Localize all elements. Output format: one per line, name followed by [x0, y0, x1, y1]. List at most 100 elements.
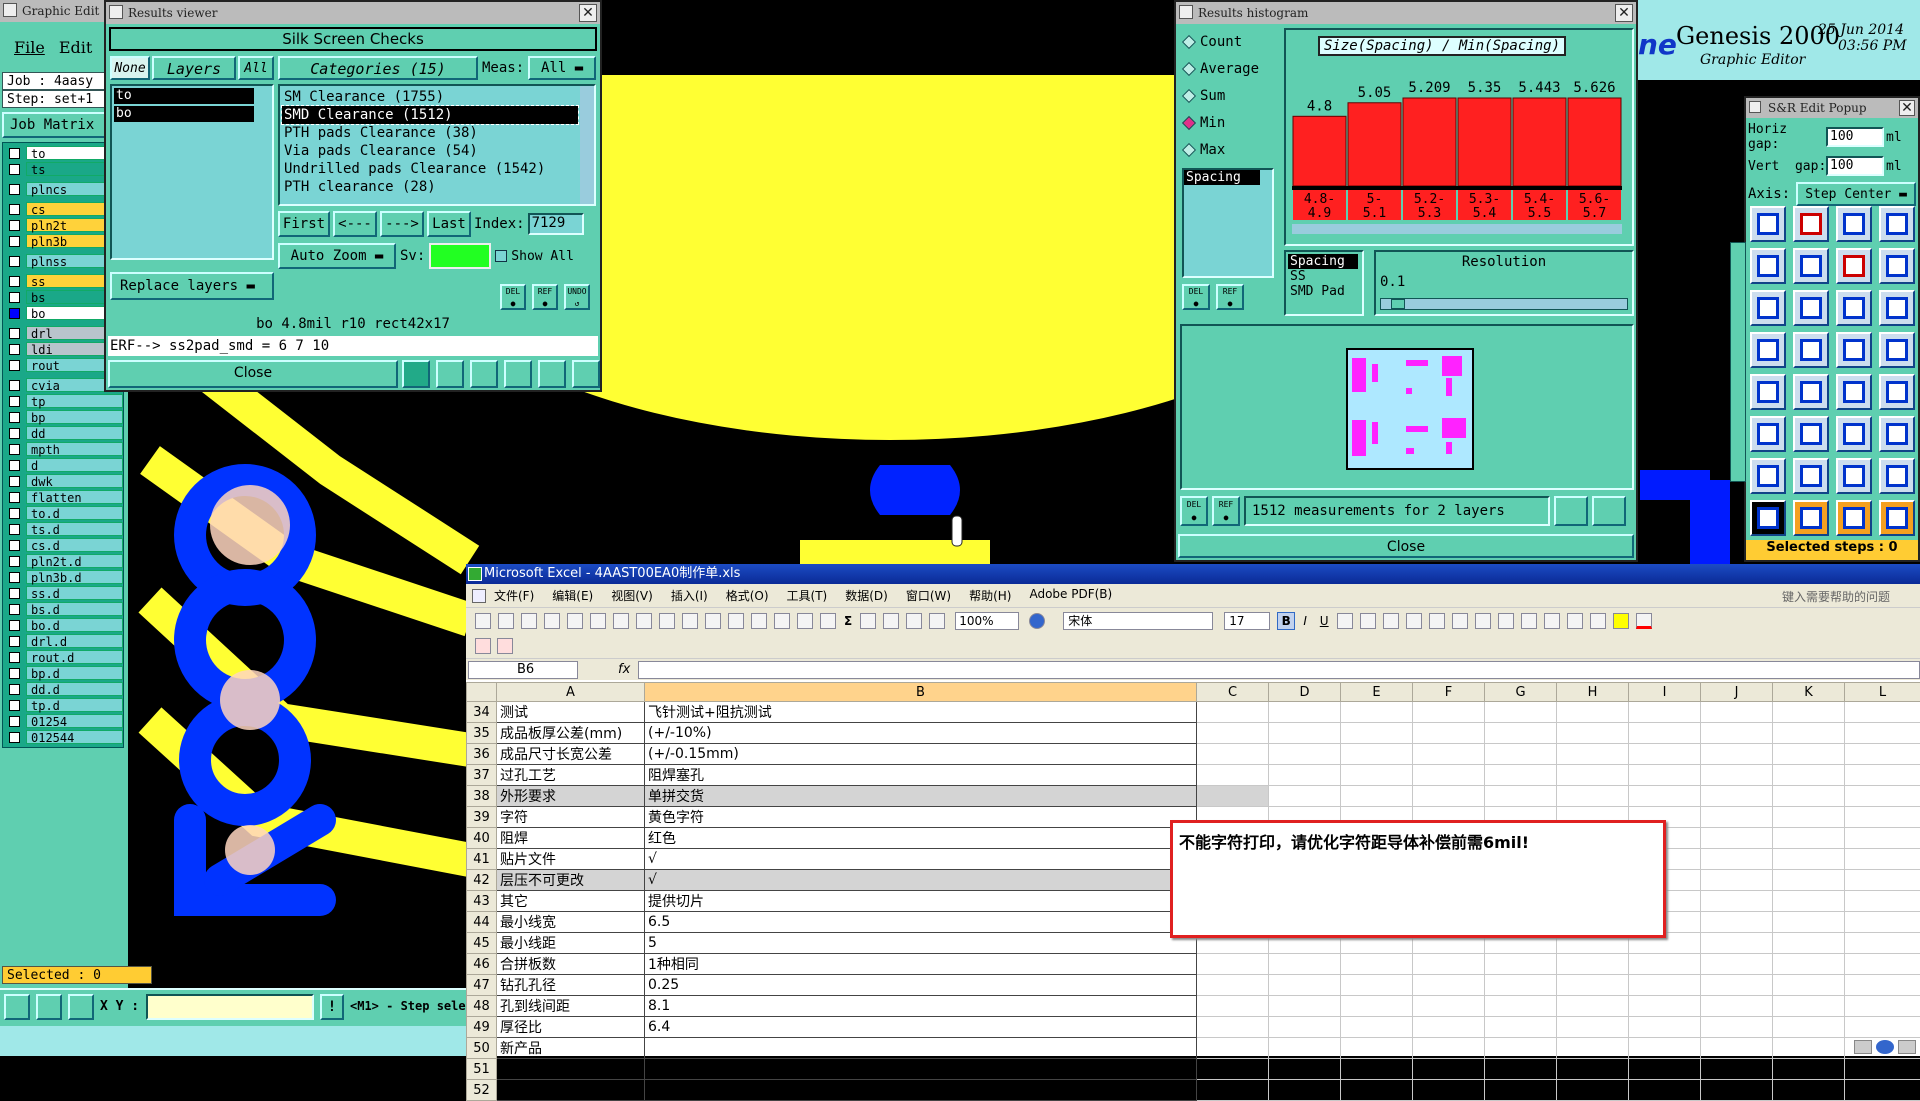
fx-icon[interactable]: fx [618, 662, 630, 677]
cell[interactable] [1413, 786, 1485, 807]
column-header[interactable]: G [1485, 683, 1557, 702]
cell[interactable] [1557, 744, 1629, 765]
layer-row[interactable]: rout.d [3, 649, 123, 665]
prev-button[interactable]: <--- [333, 211, 377, 237]
layer-checkbox[interactable] [9, 652, 20, 663]
cell[interactable] [1557, 1059, 1629, 1080]
column-header[interactable]: D [1269, 683, 1341, 702]
layer-row[interactable]: 01254 [3, 713, 123, 729]
layer-checkbox[interactable] [9, 428, 20, 439]
layer-row[interactable]: pln3b.d [3, 569, 123, 585]
column-header[interactable]: H [1557, 683, 1629, 702]
autosum-icon[interactable]: Σ [844, 614, 852, 628]
layer-checkbox[interactable] [9, 184, 20, 195]
excel-menu-item[interactable]: 窗口(W) [906, 587, 951, 604]
zoom-layers-icon[interactable] [402, 360, 430, 388]
distribute-icon[interactable] [1836, 332, 1872, 368]
cell[interactable] [1701, 975, 1773, 996]
cell[interactable] [1629, 786, 1701, 807]
new-icon[interactable] [475, 613, 491, 629]
cell[interactable] [1845, 807, 1920, 828]
cell[interactable] [1485, 765, 1557, 786]
cell-b[interactable]: 227 [645, 1080, 1197, 1101]
category-item[interactable]: SMD Clearance (1512) [282, 106, 578, 124]
layer-checkbox[interactable] [9, 412, 20, 423]
cell[interactable] [1701, 1038, 1773, 1059]
cell[interactable] [1413, 1059, 1485, 1080]
row-header[interactable]: 35 [467, 723, 497, 744]
cell-a[interactable]: 孔到线间距 [497, 996, 645, 1017]
select-tool-icon[interactable] [4, 994, 30, 1020]
copy-icon[interactable] [705, 613, 721, 629]
sv-color-dropdown[interactable] [429, 243, 491, 269]
cell-b[interactable]: √ [645, 849, 1197, 870]
cell[interactable] [1413, 765, 1485, 786]
cell[interactable] [1341, 975, 1413, 996]
cell[interactable] [1701, 870, 1773, 891]
cell[interactable] [1413, 1017, 1485, 1038]
cell[interactable] [1269, 1038, 1341, 1059]
category-item[interactable]: SM Clearance (1755) [282, 88, 578, 106]
underline-button[interactable]: U [1315, 614, 1333, 628]
cell[interactable] [1773, 891, 1845, 912]
cell[interactable] [1773, 954, 1845, 975]
italic-button[interactable]: I [1296, 614, 1314, 628]
layer-checkbox[interactable] [9, 292, 20, 303]
cell-b[interactable]: 6.5 [645, 912, 1197, 933]
save-icon[interactable] [521, 613, 537, 629]
rh-field-item[interactable]: Spacing [1184, 170, 1260, 185]
edit-a-icon[interactable] [1793, 500, 1829, 536]
hyperlink-icon[interactable] [820, 613, 836, 629]
cell[interactable] [1773, 786, 1845, 807]
bold-button[interactable]: B [1277, 612, 1295, 630]
cell[interactable] [1485, 1017, 1557, 1038]
histogram-scrollbar[interactable] [1292, 224, 1622, 234]
copy-step-icon[interactable] [1836, 248, 1872, 284]
merge-icon[interactable] [1406, 613, 1422, 629]
layer-checkbox[interactable] [9, 276, 20, 287]
layer-checkbox[interactable] [9, 344, 20, 355]
row-header[interactable]: 36 [467, 744, 497, 765]
cell[interactable] [1773, 723, 1845, 744]
delete-step-icon[interactable] [1793, 248, 1829, 284]
cell[interactable] [1197, 723, 1269, 744]
histogram-bar[interactable] [1348, 103, 1401, 186]
chart-wizard-icon[interactable] [906, 613, 922, 629]
cell[interactable] [1845, 975, 1920, 996]
row-header[interactable]: 52 [467, 1080, 497, 1101]
cell[interactable] [1341, 765, 1413, 786]
layer-checkbox[interactable] [9, 460, 20, 471]
layer-row[interactable]: mpth [3, 441, 123, 457]
category-item[interactable]: PTH clearance (28) [282, 178, 578, 196]
cell-a[interactable]: 总孔数 [497, 1080, 645, 1101]
layer-checkbox[interactable] [9, 204, 20, 215]
auto-zoom-dropdown[interactable]: Auto Zoom ▬ [278, 243, 396, 269]
cell-a[interactable]: 厚径比 [497, 1017, 645, 1038]
del-button[interactable]: DEL● [1182, 284, 1210, 310]
cell[interactable] [1773, 828, 1845, 849]
highlight-icon[interactable] [436, 360, 464, 388]
align-right-icon[interactable] [1879, 332, 1915, 368]
rv-layer-list[interactable]: to bo [110, 84, 274, 260]
row-header[interactable]: 43 [467, 891, 497, 912]
fill-color-icon[interactable] [1613, 613, 1629, 629]
font-size-select[interactable]: 17 [1224, 612, 1270, 630]
cell[interactable] [1485, 786, 1557, 807]
cell[interactable] [1413, 723, 1485, 744]
layer-row[interactable]: flatten [3, 489, 123, 505]
sort-asc-icon[interactable] [860, 613, 876, 629]
excel-menu-item[interactable]: 插入(I) [671, 587, 708, 604]
next-button[interactable]: ---> [380, 211, 424, 237]
cell[interactable] [1485, 975, 1557, 996]
layer-row[interactable]: dd [3, 425, 123, 441]
column-header[interactable]: L [1845, 683, 1920, 702]
increase-decimal-icon[interactable] [1498, 613, 1514, 629]
cell[interactable] [1701, 996, 1773, 1017]
cell[interactable] [1629, 723, 1701, 744]
spell-icon[interactable] [636, 613, 652, 629]
help-circle-icon[interactable] [1876, 1040, 1894, 1054]
cell-a[interactable]: 贴片文件 [497, 849, 645, 870]
rv-layer-item[interactable]: to [114, 88, 254, 104]
cell-a[interactable]: 钻孔孔径 [497, 975, 645, 996]
layer-checkbox[interactable] [9, 508, 20, 519]
